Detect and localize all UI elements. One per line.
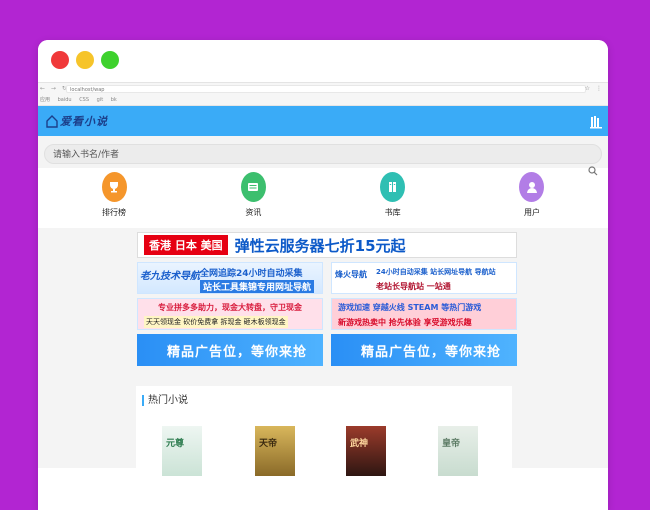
- logo-text: 爱看小说: [60, 115, 108, 128]
- close-window-button[interactable]: [51, 51, 69, 69]
- book-cover[interactable]: 元尊: [162, 426, 202, 476]
- ad-text: 全网追踪24小时自动采集: [200, 269, 303, 279]
- bookmark-star-icon[interactable]: ☆: [585, 83, 590, 95]
- search-input[interactable]: 请输入书名/作者: [44, 144, 602, 164]
- ad-text: 游戏加速 穿越火线 STEAM 等热门游戏: [338, 303, 482, 312]
- bookmark-item[interactable]: baidu: [58, 97, 72, 103]
- address-bar: ← → ↻ localhost/wap ☆ ⋮: [38, 83, 608, 95]
- books-icon: [380, 172, 406, 202]
- ad-slot-promo[interactable]: 精品广告位，等你来抢: [137, 334, 323, 366]
- book-title: 武神: [350, 439, 369, 449]
- ad-slot-promo[interactable]: 精品广告位，等你来抢: [331, 334, 517, 366]
- book-title: 天帝: [259, 439, 278, 449]
- ad-text: 精品广告位，等你来抢: [361, 345, 502, 360]
- window-titlebar: [38, 40, 608, 83]
- section-title: 热门小说: [142, 395, 188, 406]
- ad-text: 精品广告位，等你来抢: [167, 345, 308, 360]
- nav-label: 资讯: [245, 208, 262, 217]
- ad-text: 专业拼多多助力，现金大转盘，守卫现金: [158, 303, 302, 312]
- ad-logo: 老九技术导航: [140, 271, 200, 282]
- ad-logo: 烽火导航: [335, 270, 367, 279]
- book-title: 皇帝: [442, 439, 461, 449]
- book-cover[interactable]: 皇帝: [438, 426, 478, 476]
- site-header: 爱看小说: [38, 106, 608, 136]
- ad-banner-pinduoduo[interactable]: 专业拼多多助力，现金大转盘，守卫现金 天天领现金 砍价免费拿 拆现金 砸木板领现…: [137, 298, 323, 330]
- ad-text: 老站长导航站 一站通: [376, 282, 451, 291]
- house-icon: [46, 114, 58, 128]
- ads-block: 香港 日本 美国 弹性云服务器七折15元起 老九技术导航 全网追踪24小时自动采…: [137, 232, 517, 366]
- bookshelf-icon[interactable]: [590, 114, 602, 129]
- nav-item-library[interactable]: 书库: [363, 172, 423, 218]
- bookmark-item[interactable]: CSS: [79, 97, 89, 103]
- ad-text: 天天领现金 砍价免费拿 拆现金 砸木板领现金: [144, 316, 288, 328]
- content-area: 香港 日本 美国 弹性云服务器七折15元起 老九技术导航 全网追踪24小时自动采…: [38, 228, 608, 486]
- news-icon: [240, 172, 266, 202]
- nav-item-user[interactable]: 用户: [502, 172, 562, 218]
- browser-window: ← → ↻ localhost/wap ☆ ⋮ 应用 baidu CSS git…: [38, 40, 608, 510]
- bookmark-item[interactable]: git: [97, 97, 104, 103]
- ad-headline: 弹性云服务器七折15元起: [234, 236, 406, 255]
- ad-banner-navigation[interactable]: 老九技术导航 全网追踪24小时自动采集 站长工具集锦专用网址导航: [137, 262, 323, 294]
- nav-label: 用户: [523, 208, 540, 217]
- search-icon[interactable]: [588, 161, 598, 180]
- book-cover[interactable]: 天帝: [255, 426, 295, 476]
- ad-banner-game[interactable]: 游戏加速 穿越火线 STEAM 等热门游戏 新游戏热卖中 抢先体验 享受游戏乐趣: [331, 298, 517, 330]
- site-logo[interactable]: 爱看小说: [46, 112, 108, 130]
- bookmark-item[interactable]: 应用: [40, 97, 50, 103]
- bookmarks-bar: 应用 baidu CSS git bk: [38, 95, 608, 106]
- ad-banner-cloud[interactable]: 香港 日本 美国 弹性云服务器七折15元起: [137, 232, 517, 258]
- browser-menu-icon[interactable]: ⋮: [596, 83, 602, 95]
- minimize-window-button[interactable]: [76, 51, 94, 69]
- book-cover[interactable]: 武神: [346, 426, 386, 476]
- ad-banner-webnav[interactable]: 烽火导航 24小时自动采集 站长网址导航 导航站 老站长导航站 一站通: [331, 262, 517, 294]
- main-nav: 排行榜 资讯 书库 用户: [38, 168, 608, 228]
- ad-text: 站长工具集锦专用网址导航: [200, 280, 315, 293]
- bookmark-item[interactable]: bk: [111, 97, 117, 103]
- url-field[interactable]: localhost/wap: [66, 85, 586, 93]
- book-title: 元尊: [166, 439, 185, 449]
- nav-label: 书库: [384, 208, 401, 217]
- nav-item-news[interactable]: 资讯: [223, 172, 283, 218]
- browser-nav-buttons[interactable]: ← → ↻: [40, 83, 69, 95]
- user-icon: [519, 172, 545, 202]
- hot-novels-section: 热门小说 元尊 天帝 武神 皇帝: [136, 386, 512, 486]
- search-section: 请输入书名/作者: [38, 136, 608, 168]
- ad-text: 24小时自动采集 站长网址导航 导航站: [376, 268, 496, 276]
- nav-label: 排行榜: [102, 208, 126, 217]
- trophy-icon: [101, 172, 127, 202]
- ad-text: 新游戏热卖中 抢先体验 享受游戏乐趣: [338, 318, 472, 327]
- ad-region-label: 香港 日本 美国: [143, 234, 229, 256]
- maximize-window-button[interactable]: [101, 51, 119, 69]
- nav-item-ranking[interactable]: 排行榜: [84, 172, 144, 218]
